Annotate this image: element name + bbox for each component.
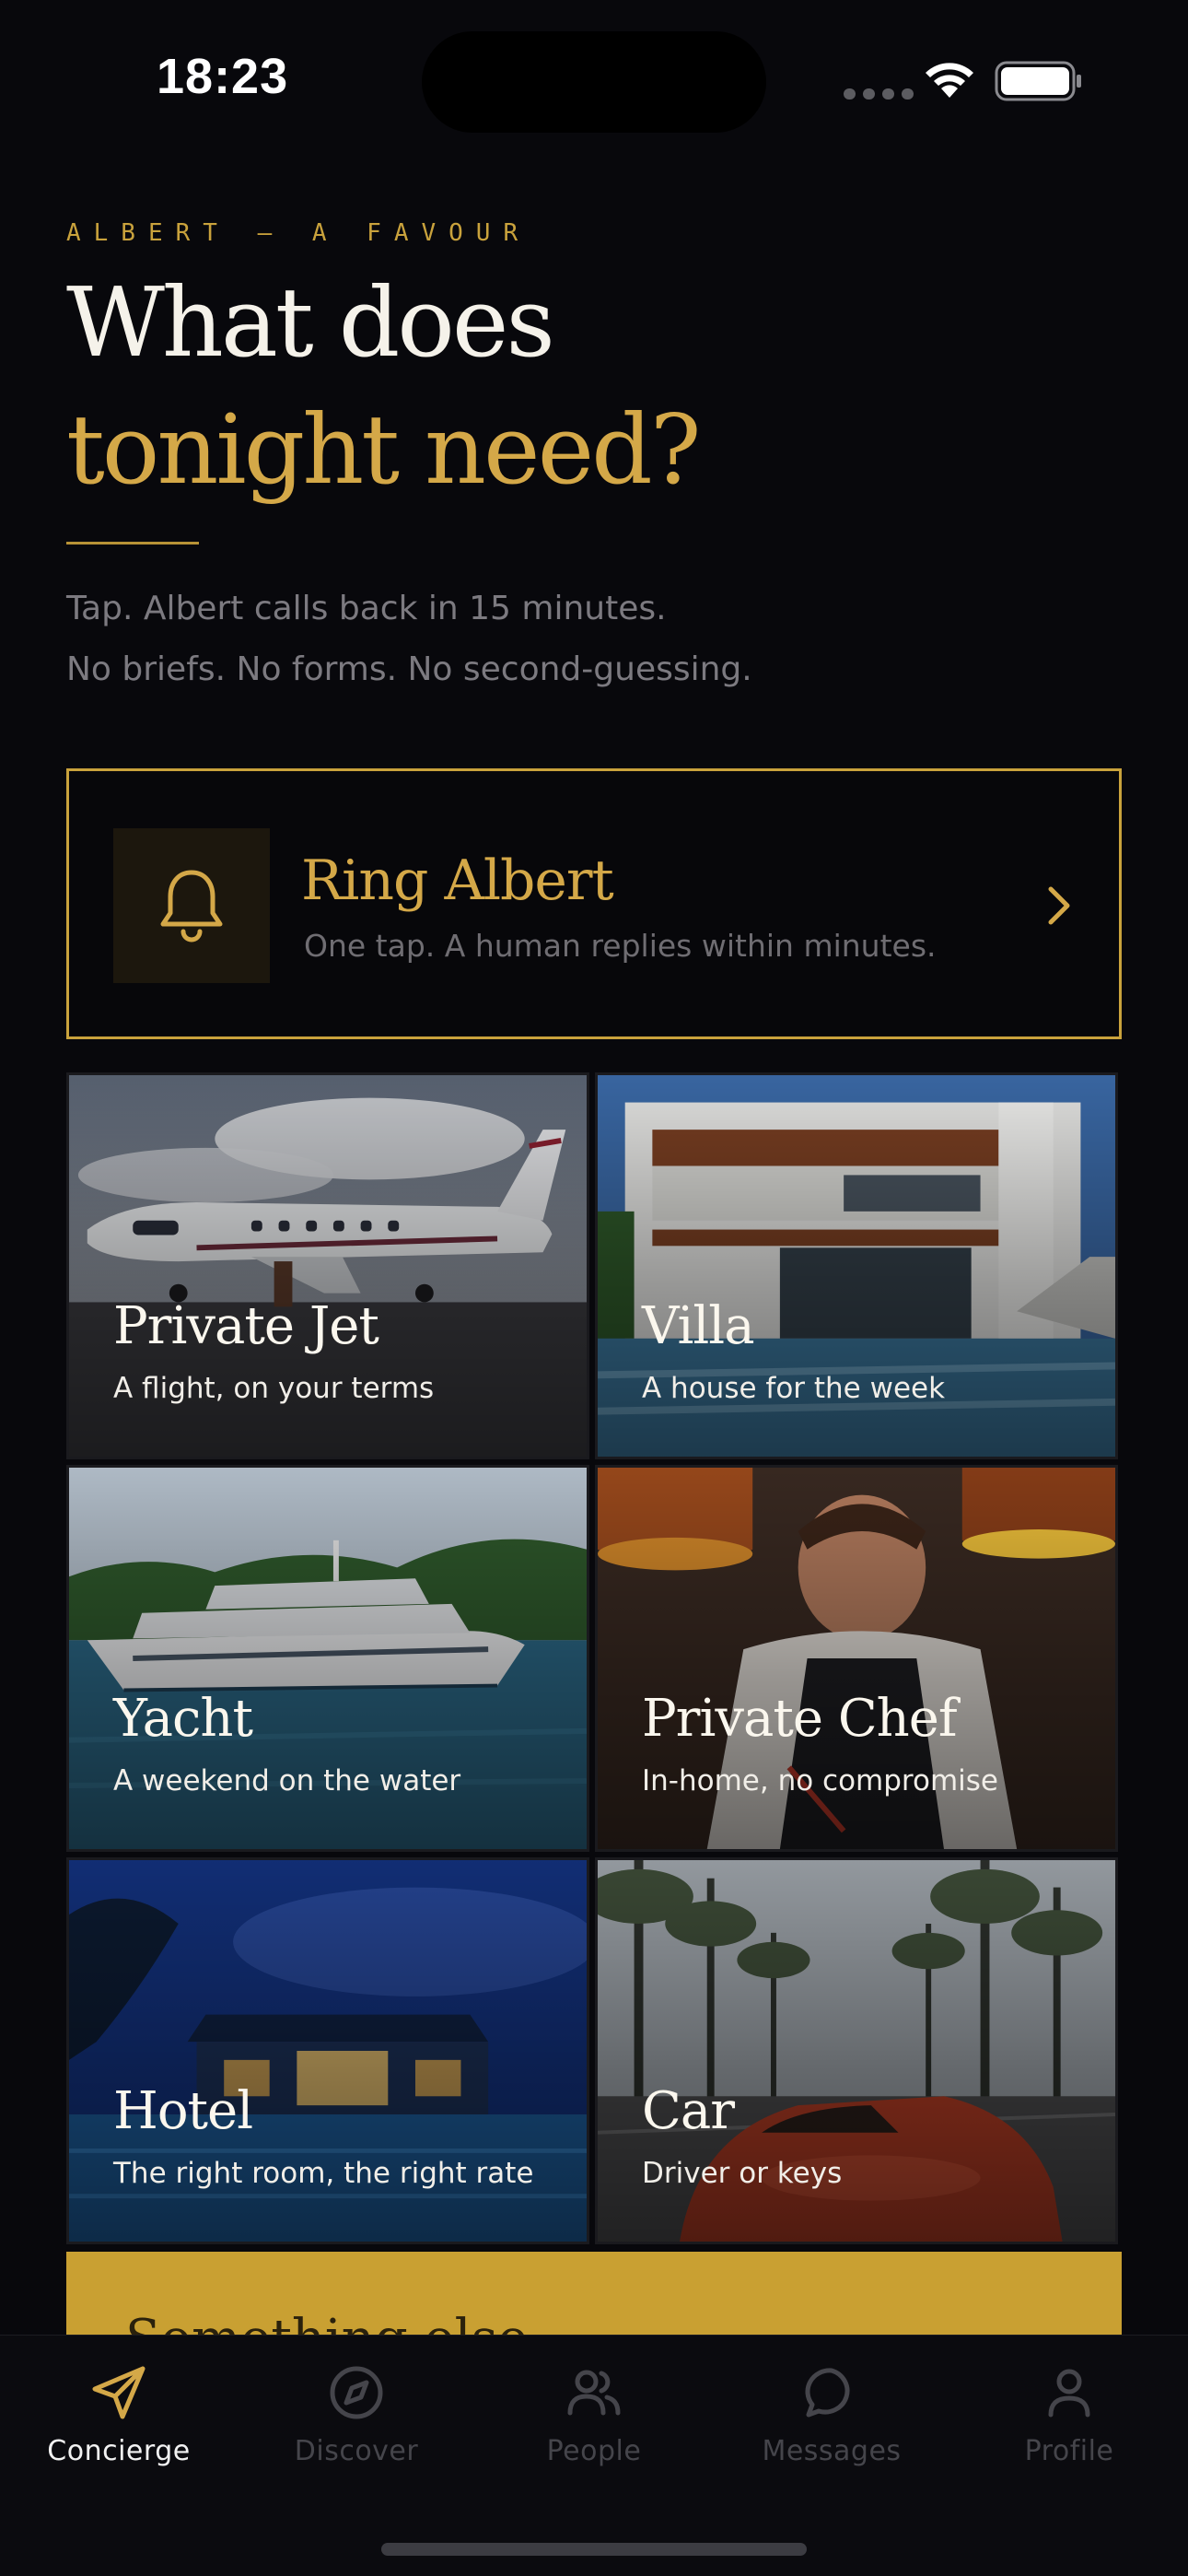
dynamic-island [422, 31, 766, 133]
service-tile-car[interactable]: Car Driver or keys [595, 1857, 1118, 2244]
tab-label: Messages [762, 2435, 902, 2467]
status-bar: 18:23 [0, 0, 1188, 157]
page-title-line-2: tonight need? [66, 393, 701, 506]
tab-people[interactable]: People [475, 2363, 713, 2501]
tab-label: Profile [1024, 2435, 1114, 2467]
status-time: 18:23 [157, 49, 289, 104]
tile-title: Car [642, 2081, 735, 2141]
tile-title: Private Chef [642, 1689, 958, 1749]
something-else-label: Something else [125, 2309, 528, 2335]
cellular-signal-icon [844, 88, 914, 100]
ring-albert-subtitle: One tap. A human replies within minutes. [304, 928, 937, 964]
tile-subtitle: A weekend on the water [113, 1764, 461, 1797]
intro-text-line-2: No briefs. No forms. No second-guessing. [66, 650, 752, 688]
something-else-card[interactable]: Something else [66, 2252, 1122, 2335]
services-grid: Private Jet A flight, on your terms Vill… [66, 1072, 1122, 2246]
bell-icon-container [113, 828, 270, 983]
service-tile-hotel[interactable]: Hotel The right room, the right rate [66, 1857, 589, 2244]
tile-title: Yacht [113, 1689, 253, 1749]
tab-messages[interactable]: Messages [713, 2363, 950, 2501]
chevron-right-icon [1048, 886, 1070, 925]
tab-bar: Concierge Discover People Messages Profi… [0, 2335, 1188, 2576]
service-tile-villa[interactable]: Villa A house for the week [595, 1072, 1118, 1459]
ring-albert-title: Ring Albert [301, 849, 614, 913]
service-tile-private-chef[interactable]: Private Chef In-home, no compromise [595, 1465, 1118, 1852]
tile-title: Villa [642, 1296, 755, 1356]
people-icon [567, 2370, 621, 2416]
user-icon [1048, 2369, 1090, 2418]
eyebrow-label: ALBERT — A FAVOUR [66, 219, 531, 247]
title-divider [66, 542, 199, 544]
tile-subtitle: The right room, the right rate [113, 2157, 534, 2190]
tab-concierge[interactable]: Concierge [0, 2363, 238, 2501]
home-indicator[interactable] [381, 2543, 807, 2556]
tile-subtitle: A house for the week [642, 1372, 946, 1405]
tile-title: Hotel [113, 2081, 253, 2141]
tile-subtitle: Driver or keys [642, 2157, 843, 2190]
tile-subtitle: A flight, on your terms [113, 1372, 435, 1405]
tile-title: Private Jet [113, 1296, 379, 1356]
tab-label: Concierge [47, 2435, 191, 2467]
compass-icon [330, 2366, 383, 2419]
tab-label: People [546, 2435, 642, 2467]
page-title-line-1: What does [66, 266, 555, 379]
battery-icon [995, 61, 1081, 101]
bell-icon [160, 870, 223, 943]
send-icon [92, 2366, 146, 2419]
service-tile-yacht[interactable]: Yacht A weekend on the water [66, 1465, 589, 1852]
wifi-icon [926, 63, 973, 98]
ring-albert-button[interactable]: Ring Albert One tap. A human replies wit… [66, 768, 1122, 1039]
message-icon [805, 2368, 850, 2418]
service-tile-private-jet[interactable]: Private Jet A flight, on your terms [66, 1072, 589, 1459]
tab-profile[interactable]: Profile [950, 2363, 1188, 2501]
intro-text-line-1: Tap. Albert calls back in 15 minutes. [66, 590, 667, 627]
tab-label: Discover [294, 2435, 419, 2467]
tile-subtitle: In-home, no compromise [642, 1764, 998, 1797]
tab-discover[interactable]: Discover [238, 2363, 475, 2501]
